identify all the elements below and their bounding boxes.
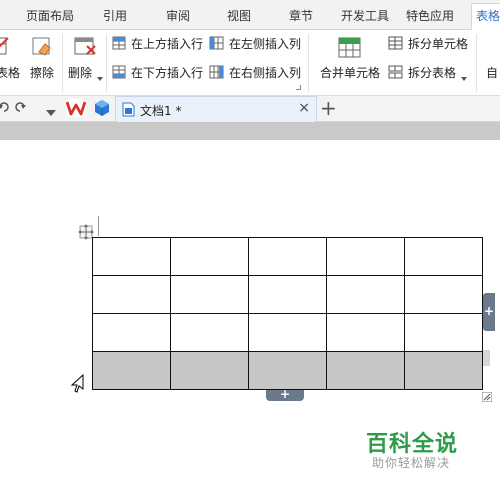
table-cell[interactable]	[404, 313, 483, 352]
tab-features[interactable]: 特色应用	[406, 6, 454, 26]
plus-icon: +	[484, 304, 495, 318]
ribbon-separator	[62, 34, 63, 92]
cursor-icon	[70, 373, 84, 394]
redo-icon[interactable]	[14, 100, 26, 119]
tab-view[interactable]: 视图	[227, 6, 251, 26]
split-table-icon	[388, 65, 404, 80]
draw-table-button[interactable]: 表格	[0, 65, 20, 81]
tab-references[interactable]: 引用	[103, 6, 127, 26]
table-row-selected	[92, 351, 483, 390]
table-cell[interactable]	[326, 275, 405, 314]
table-row	[92, 275, 483, 314]
insert-col-right-button[interactable]: 在右侧插入列	[229, 65, 301, 81]
document-table[interactable]	[92, 237, 483, 390]
insert-col-left-button[interactable]: 在左侧插入列	[229, 36, 301, 52]
eraser-icon	[31, 36, 53, 58]
table-cell[interactable]	[170, 275, 249, 314]
table-cell[interactable]	[248, 275, 327, 314]
table-cell[interactable]	[170, 313, 249, 352]
table-cell[interactable]	[326, 351, 405, 390]
menu-bar: 页面布局 引用 审阅 视图 章节 开发工具 特色应用 表格	[0, 0, 500, 30]
ribbon-toolbar: 表格 擦除 删除 在上方插入行 在下方插入行 在左侧插入列 在右侧插入列 合并单…	[0, 30, 500, 96]
draw-table-icon	[0, 36, 10, 58]
delete-button[interactable]: 删除	[68, 65, 92, 81]
wps-logo-icon[interactable]	[65, 99, 87, 122]
undo-icon[interactable]	[0, 100, 10, 119]
cursor-line	[98, 216, 99, 236]
tab-page-layout[interactable]: 页面布局	[26, 6, 74, 26]
add-row-button[interactable]: +	[266, 387, 304, 401]
table-cell[interactable]	[248, 313, 327, 352]
tab-developer[interactable]: 开发工具	[341, 6, 389, 26]
ribbon-separator	[106, 34, 107, 92]
tab-chapter[interactable]: 章节	[289, 6, 313, 26]
dropdown-arrow-icon	[97, 70, 103, 81]
insert-row-below-button[interactable]: 在下方插入行	[131, 65, 203, 81]
quick-access-dropdown-icon[interactable]	[46, 105, 56, 121]
dropdown-arrow-icon	[461, 70, 467, 81]
table-cell[interactable]	[404, 237, 483, 276]
plus-icon: +	[280, 387, 291, 401]
split-cells-icon	[388, 36, 404, 51]
close-icon[interactable]: ×	[298, 100, 310, 116]
table-cell[interactable]	[326, 313, 405, 352]
selection-marker	[483, 350, 490, 366]
watermark-subtitle: 助你轻松解决	[372, 456, 451, 470]
document-icon	[122, 102, 135, 120]
table-cell[interactable]	[248, 351, 327, 390]
cube-icon[interactable]	[93, 99, 111, 122]
table-cell[interactable]	[404, 275, 483, 314]
table-cell[interactable]	[170, 237, 249, 276]
table-cell[interactable]	[248, 237, 327, 276]
split-table-button[interactable]: 拆分表格	[408, 65, 456, 81]
ribbon-separator	[308, 34, 309, 92]
split-cells-button[interactable]: 拆分单元格	[408, 36, 468, 52]
table-cell[interactable]	[92, 313, 171, 352]
insert-col-left-icon	[209, 36, 225, 51]
auto-fit-button[interactable]: 自	[486, 65, 498, 81]
merge-cells-icon	[338, 37, 362, 59]
resize-icon[interactable]	[481, 391, 493, 403]
new-tab-button[interactable]: +	[320, 96, 337, 120]
insert-row-above-icon	[112, 36, 127, 51]
table-cell[interactable]	[92, 237, 171, 276]
insert-row-below-icon	[112, 65, 127, 80]
merge-cells-button[interactable]: 合并单元格	[320, 65, 380, 81]
ribbon-separator	[476, 34, 477, 92]
table-cell[interactable]	[326, 237, 405, 276]
table-row	[92, 237, 483, 276]
document-title: 文档1 *	[140, 104, 182, 118]
table-cell[interactable]	[92, 275, 171, 314]
erase-button[interactable]: 擦除	[30, 65, 54, 81]
insert-col-right-icon	[209, 65, 225, 80]
delete-table-icon	[74, 36, 98, 58]
tab-table[interactable]: 表格	[471, 3, 500, 30]
ruler-strip	[0, 122, 500, 140]
table-cell[interactable]	[404, 351, 483, 390]
tab-review[interactable]: 审阅	[166, 6, 190, 26]
table-cell[interactable]	[170, 351, 249, 390]
table-cell[interactable]	[92, 351, 171, 390]
table-row	[92, 313, 483, 352]
add-column-button[interactable]: +	[483, 293, 495, 331]
document-tab[interactable]: 文档1 * ×	[115, 96, 317, 122]
dialog-launcher-icon[interactable]	[296, 85, 301, 90]
document-tab-bar: 文档1 * × +	[0, 96, 500, 122]
insert-row-above-button[interactable]: 在上方插入行	[131, 36, 203, 52]
